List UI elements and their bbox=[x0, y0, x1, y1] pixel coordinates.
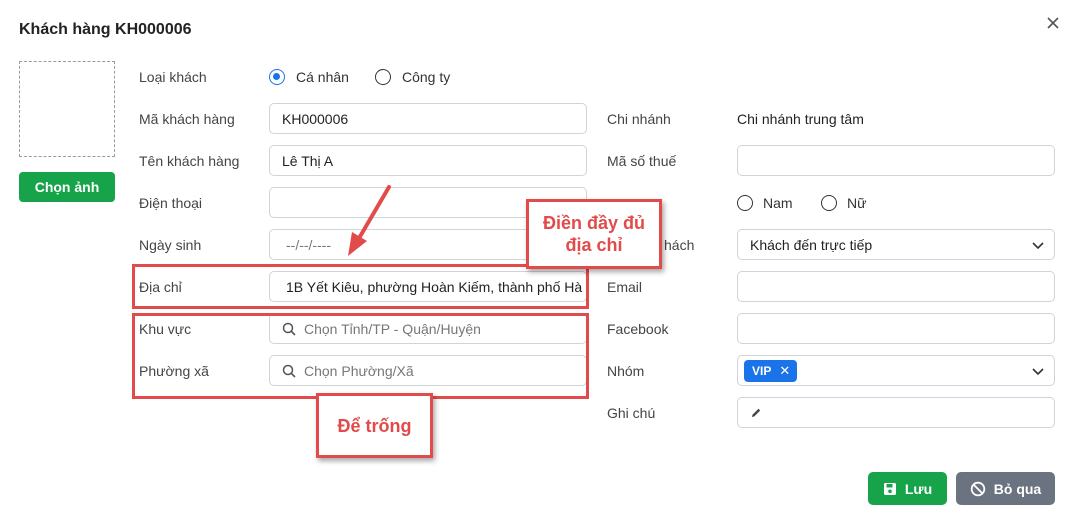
group-select[interactable]: VIP ✕ bbox=[737, 355, 1055, 386]
radio-company[interactable] bbox=[375, 69, 391, 85]
note-input[interactable] bbox=[737, 397, 1055, 428]
note-label: Ghi chú bbox=[607, 405, 656, 421]
birthday-label: Ngày sinh bbox=[139, 237, 202, 253]
dialog-title: Khách hàng KH000006 bbox=[19, 21, 192, 38]
radio-company-label: Công ty bbox=[402, 69, 451, 85]
callout-fill-address-line2: địa chỉ bbox=[565, 235, 623, 255]
group-label: Nhóm bbox=[607, 363, 645, 379]
radio-personal[interactable] bbox=[269, 69, 285, 85]
photo-placeholder bbox=[19, 61, 115, 157]
customer-name-label: Tên khách hàng bbox=[139, 153, 240, 169]
cancel-button[interactable]: Bỏ qua bbox=[956, 472, 1055, 505]
radio-personal-label: Cá nhân bbox=[296, 69, 349, 85]
save-button[interactable]: Lưu bbox=[868, 472, 947, 505]
branch-label: Chi nhánh bbox=[607, 111, 671, 127]
ban-icon bbox=[970, 481, 985, 496]
facebook-label: Facebook bbox=[607, 321, 669, 337]
remove-tag-icon[interactable]: ✕ bbox=[779, 363, 790, 379]
save-button-label: Lưu bbox=[904, 480, 933, 497]
arrow-annotation-icon bbox=[348, 185, 391, 256]
chevron-down-icon bbox=[1032, 242, 1044, 250]
tax-input[interactable] bbox=[737, 145, 1055, 176]
facebook-input[interactable] bbox=[737, 313, 1055, 344]
callout-fill-address: Điền đầy đủ địa chỉ bbox=[526, 199, 662, 269]
callout-leave-empty: Để trống bbox=[316, 393, 433, 458]
close-icon[interactable] bbox=[1044, 14, 1062, 32]
cancel-button-label: Bỏ qua bbox=[993, 480, 1042, 497]
callout-fill-address-line1: Điền đầy đủ bbox=[542, 213, 645, 233]
radio-female[interactable] bbox=[821, 195, 837, 211]
save-icon bbox=[883, 482, 896, 495]
radio-male[interactable] bbox=[737, 195, 753, 211]
area-highlight-box bbox=[132, 313, 589, 399]
customer-type-label: Loại khách bbox=[139, 69, 207, 85]
customer-name-input[interactable]: Lê Thị A bbox=[269, 145, 587, 176]
source-select-value: Khách đến trực tiếp bbox=[750, 236, 873, 253]
email-input[interactable] bbox=[737, 271, 1055, 302]
branch-value: Chi nhánh trung tâm bbox=[737, 111, 864, 127]
phone-label: Điện thoại bbox=[139, 195, 203, 211]
radio-female-label: Nữ bbox=[847, 195, 867, 211]
customer-code-input[interactable]: KH000006 bbox=[269, 103, 587, 134]
group-tag-vip: VIP ✕ bbox=[744, 359, 798, 382]
radio-male-label: Nam bbox=[763, 195, 793, 211]
customer-code-label: Mã khách hàng bbox=[139, 111, 235, 127]
source-select[interactable]: Khách đến trực tiếp bbox=[737, 229, 1055, 260]
choose-photo-button[interactable]: Chọn ảnh bbox=[19, 172, 115, 202]
group-tag-label: VIP bbox=[752, 363, 772, 378]
pencil-icon bbox=[750, 407, 762, 419]
email-label: Email bbox=[607, 279, 643, 295]
source-label: hách bbox=[664, 237, 695, 253]
address-highlight-box bbox=[132, 264, 589, 309]
tax-label: Mã số thuế bbox=[607, 153, 677, 169]
chevron-down-icon bbox=[1032, 368, 1044, 376]
